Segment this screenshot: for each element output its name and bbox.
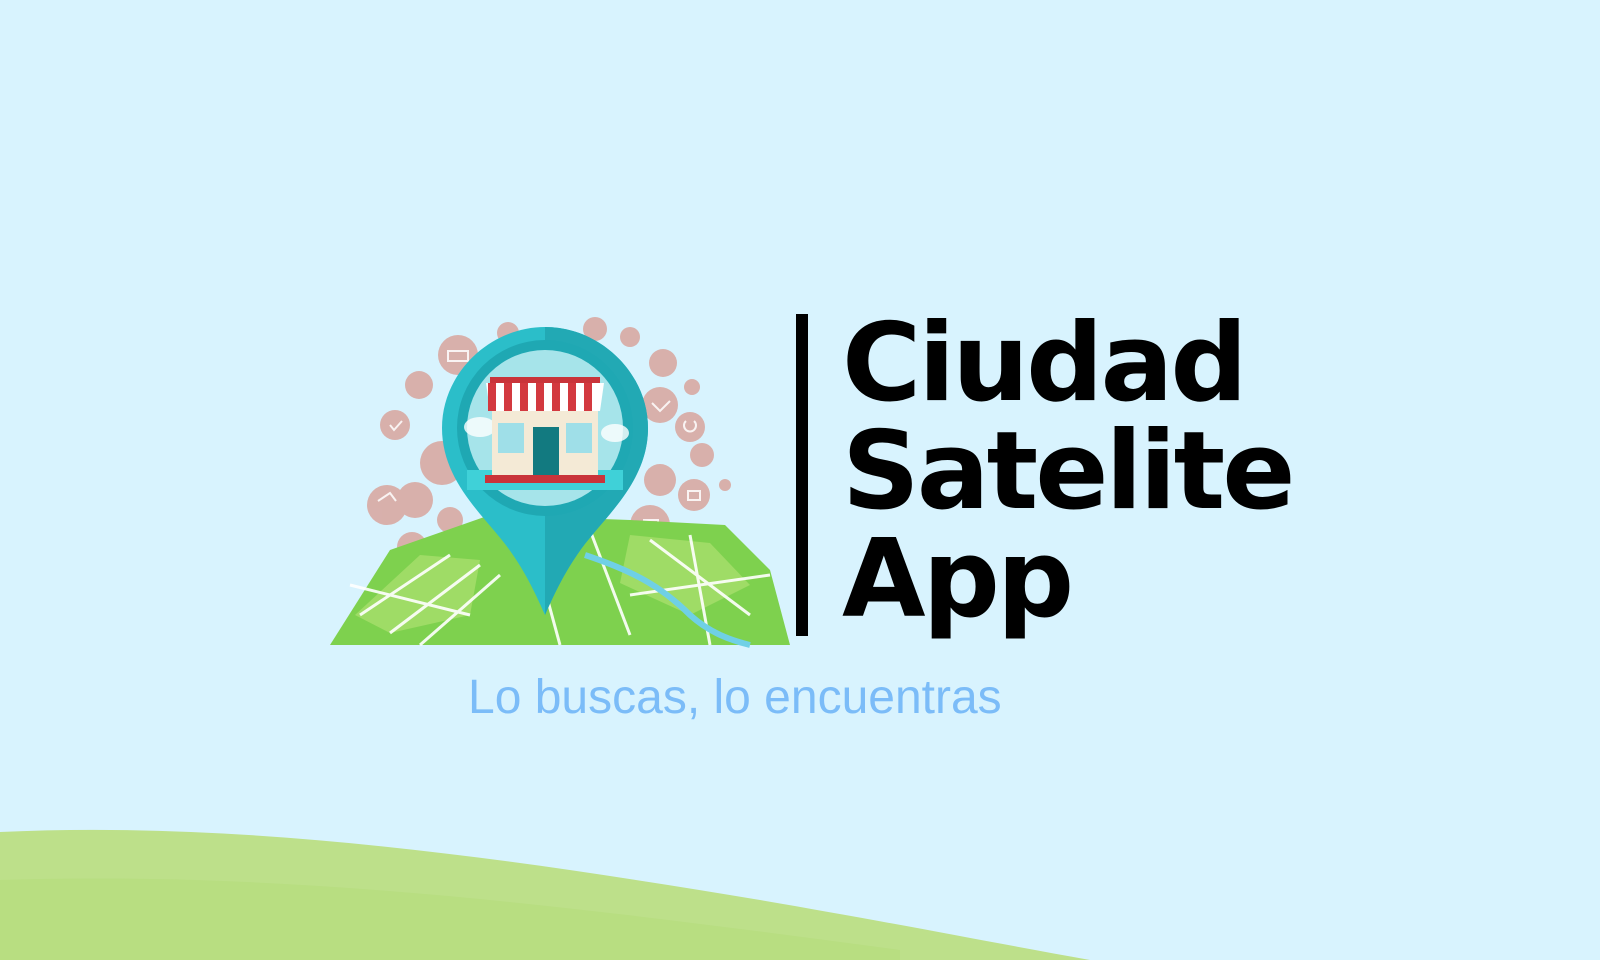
splash-screen: Ciudad Satelite App Lo buscas, lo encuen… [0,0,1600,960]
store-icon [485,377,605,483]
app-name-line-1: Ciudad [842,301,1248,426]
app-name-line-3: App [842,517,1074,642]
store-location-logo [330,317,790,648]
app-name: Ciudad Satelite App [842,310,1302,634]
logo-divider [796,314,808,636]
app-name-line-2: Satelite [842,409,1295,534]
tagline: Lo buscas, lo encuentras [468,671,1002,724]
green-hill [0,829,1090,960]
